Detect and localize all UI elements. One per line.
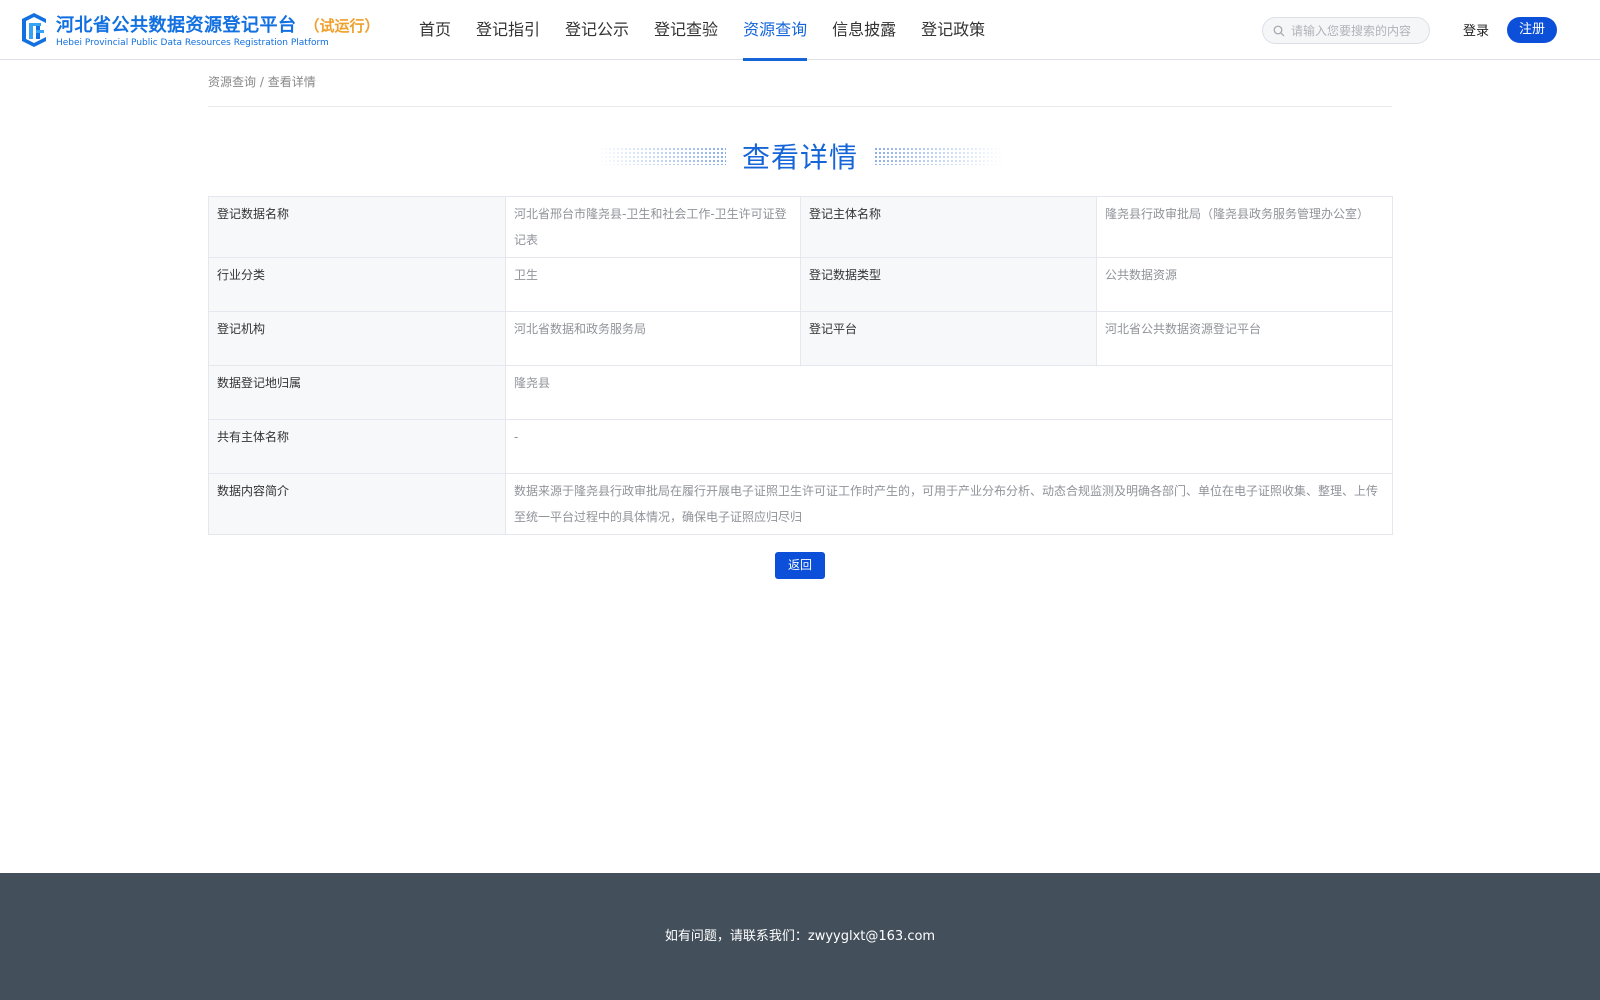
nav-registration-guide[interactable]: 登记指引 [476, 0, 540, 60]
field-value: 隆尧县 [505, 365, 1393, 420]
field-value: 公共数据资源 [1096, 257, 1393, 312]
field-value: 数据来源于隆尧县行政审批局在履行开展电子证照卫生许可证工作时产生的，可用于产业分… [505, 473, 1393, 535]
field-label: 登记平台 [800, 311, 1097, 366]
site-logo[interactable]: 河北省公共数据资源登记平台 （试运行） Hebei Provincial Pub… [18, 11, 380, 48]
detail-title-block: 查看详情 [0, 136, 1600, 176]
field-label: 行业分类 [208, 257, 506, 312]
table-row: 共有主体名称 - [208, 419, 1393, 474]
trial-badge: （试运行） [304, 17, 380, 35]
top-header: 河北省公共数据资源登记平台 （试运行） Hebei Provincial Pub… [0, 0, 1600, 61]
right-dots-decoration [874, 147, 1004, 165]
search-icon[interactable] [1273, 25, 1285, 37]
nav-home[interactable]: 首页 [419, 0, 451, 60]
table-row: 数据登记地归属 隆尧县 [208, 365, 1393, 420]
field-value: 河北省数据和政务服务局 [505, 311, 801, 366]
field-label: 登记数据名称 [208, 196, 506, 258]
field-label: 登记主体名称 [800, 196, 1097, 258]
field-value: 隆尧县行政审批局（隆尧县政务服务管理办公室） [1096, 196, 1393, 258]
table-row: 数据内容简介 数据来源于隆尧县行政审批局在履行开展电子证照卫生许可证工作时产生的… [208, 473, 1393, 535]
nav-registration-verify[interactable]: 登记查验 [654, 0, 718, 60]
detail-table: 登记数据名称 河北省邢台市隆尧县-卫生和社会工作-卫生许可证登记表 登记主体名称… [208, 196, 1393, 535]
logo-title: 河北省公共数据资源登记平台 [56, 15, 297, 36]
field-value: - [505, 419, 1393, 474]
page-footer: 如有问题，请联系我们：zwyyglxt@163.com [0, 873, 1600, 1000]
table-row: 登记数据名称 河北省邢台市隆尧县-卫生和社会工作-卫生许可证登记表 登记主体名称… [208, 196, 1393, 258]
footer-contact: 如有问题，请联系我们：zwyyglxt@163.com [664, 929, 936, 944]
field-value: 卫生 [505, 257, 801, 312]
breadcrumb-current: 查看详情 [267, 75, 316, 89]
logo-subtitle: Hebei Provincial Public Data Resources R… [56, 38, 329, 48]
field-label: 数据内容简介 [208, 473, 506, 535]
breadcrumb: 资源查询 / 查看详情 [208, 73, 1392, 107]
field-label: 共有主体名称 [208, 419, 506, 474]
nav-registration-notice[interactable]: 登记公示 [565, 0, 629, 60]
field-value: 河北省公共数据资源登记平台 [1096, 311, 1393, 366]
page-title: 查看详情 [741, 141, 858, 174]
nav-policy[interactable]: 登记政策 [921, 0, 985, 60]
search-box[interactable] [1262, 17, 1430, 44]
nav-disclosure[interactable]: 信息披露 [832, 0, 896, 60]
field-label: 数据登记地归属 [208, 365, 506, 420]
nav-resource-query[interactable]: 资源查询 [743, 0, 808, 61]
field-label: 登记数据类型 [800, 257, 1097, 312]
back-button[interactable]: 返回 [775, 552, 825, 579]
left-dots-decoration [595, 147, 726, 165]
platform-logo-icon [22, 13, 46, 47]
search-input[interactable] [1291, 23, 1421, 38]
table-row: 行业分类 卫生 登记数据类型 公共数据资源 [208, 257, 1393, 312]
field-label: 登记机构 [208, 311, 506, 366]
main-nav: 首页 登记指引 登记公示 登记查验 资源查询 信息披露 登记政策 [419, 0, 1010, 61]
table-row: 登记机构 河北省数据和政务服务局 登记平台 河北省公共数据资源登记平台 [208, 311, 1393, 366]
breadcrumb-separator: / [256, 75, 268, 89]
login-link[interactable]: 登录 [1463, 20, 1489, 39]
breadcrumb-resource-query[interactable]: 资源查询 [208, 75, 256, 89]
register-button[interactable]: 注册 [1507, 17, 1557, 43]
field-value: 河北省邢台市隆尧县-卫生和社会工作-卫生许可证登记表 [505, 196, 801, 258]
